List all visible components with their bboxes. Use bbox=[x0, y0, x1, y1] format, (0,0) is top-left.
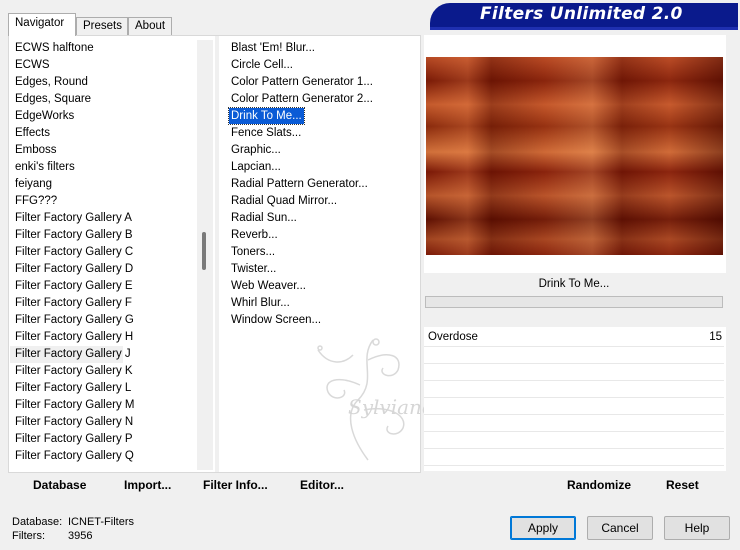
filter-item[interactable]: Reverb... bbox=[226, 227, 416, 244]
category-item[interactable]: enki's filters bbox=[10, 159, 195, 176]
tab-label: Presets bbox=[83, 20, 122, 32]
tab-presets[interactable]: Presets bbox=[76, 17, 128, 36]
parameter-row-divider bbox=[424, 465, 724, 466]
filter-item[interactable]: Radial Pattern Generator... bbox=[226, 176, 416, 193]
category-item[interactable]: FFG??? bbox=[10, 193, 195, 210]
tab-label: Navigator bbox=[15, 17, 65, 29]
category-item[interactable]: Filter Factory Gallery D bbox=[10, 261, 195, 278]
reset-button[interactable]: Reset bbox=[666, 478, 699, 492]
app-title-banner: Filters Unlimited 2.0 bbox=[430, 3, 738, 27]
parameter-panel bbox=[424, 327, 726, 471]
category-item[interactable]: Filter Factory Gallery H bbox=[10, 329, 195, 346]
parameter-row-divider bbox=[424, 397, 724, 398]
filter-item[interactable]: Graphic... bbox=[226, 142, 416, 159]
category-list[interactable]: ECWS halftone ECWS Edges, Round Edges, S… bbox=[10, 40, 195, 470]
preview-image bbox=[426, 57, 723, 255]
category-item[interactable]: Filter Factory Gallery G bbox=[10, 312, 195, 329]
parameter-row-divider bbox=[424, 363, 724, 364]
category-item-selected[interactable]: Filter Factory Gallery J bbox=[10, 346, 131, 363]
parameter-row-divider bbox=[424, 431, 724, 432]
progress-bar bbox=[425, 296, 723, 308]
category-scrollbar-thumb[interactable] bbox=[202, 232, 206, 270]
filter-item[interactable]: Circle Cell... bbox=[226, 57, 416, 74]
database-value: ICNET-Filters bbox=[68, 516, 134, 528]
filter-item[interactable]: Color Pattern Generator 1... bbox=[226, 74, 416, 91]
filter-item[interactable]: Twister... bbox=[226, 261, 416, 278]
category-item[interactable]: Filter Factory Gallery B bbox=[10, 227, 195, 244]
category-item[interactable]: Filter Factory Gallery N bbox=[10, 414, 195, 431]
list-divider bbox=[215, 36, 219, 472]
category-item[interactable]: Filter Factory Gallery E bbox=[10, 278, 195, 295]
banner-underline bbox=[430, 27, 738, 30]
cancel-button[interactable]: Cancel bbox=[587, 516, 653, 540]
category-item[interactable]: Filter Factory Gallery C bbox=[10, 244, 195, 261]
category-item[interactable]: feiyang bbox=[10, 176, 195, 193]
filter-item[interactable]: Whirl Blur... bbox=[226, 295, 416, 312]
parameter-row-divider bbox=[424, 346, 724, 347]
filters-count-value: 3956 bbox=[68, 530, 93, 542]
apply-button[interactable]: Apply bbox=[510, 516, 576, 540]
filter-item[interactable]: Radial Sun... bbox=[226, 210, 416, 227]
filters-count-label: Filters: bbox=[12, 530, 45, 542]
tab-label: About bbox=[135, 20, 166, 32]
tab-navigator[interactable]: Navigator bbox=[8, 13, 76, 36]
filter-info-button[interactable]: Filter Info... bbox=[203, 478, 268, 492]
parameter-row-divider bbox=[424, 414, 724, 415]
tab-about[interactable]: About bbox=[128, 17, 172, 36]
filter-item[interactable]: Color Pattern Generator 2... bbox=[226, 91, 416, 108]
database-button[interactable]: Database bbox=[33, 478, 86, 492]
filter-item[interactable]: Blast 'Em! Blur... bbox=[226, 40, 416, 57]
category-item[interactable]: Filter Factory Gallery L bbox=[10, 380, 195, 397]
app-title: Filters Unlimited 2.0 bbox=[480, 4, 683, 24]
category-item[interactable]: Filter Factory Gallery F bbox=[10, 295, 195, 312]
parameter-label: Overdose bbox=[428, 331, 478, 343]
filter-item[interactable]: Lapcian... bbox=[226, 159, 416, 176]
category-item[interactable]: Filter Factory Gallery Q bbox=[10, 448, 195, 465]
category-item[interactable]: Emboss bbox=[10, 142, 195, 159]
randomize-button[interactable]: Randomize bbox=[567, 478, 631, 492]
category-item[interactable]: Filter Factory Gallery P bbox=[10, 431, 195, 448]
filter-item[interactable]: Fence Slats... bbox=[226, 125, 416, 142]
category-item[interactable]: EdgeWorks bbox=[10, 108, 195, 125]
parameter-row-divider bbox=[424, 380, 724, 381]
parameter-value[interactable]: 15 bbox=[690, 331, 722, 343]
category-item[interactable]: Filter Factory Gallery M bbox=[10, 397, 195, 414]
category-item[interactable]: Effects bbox=[10, 125, 195, 142]
category-item[interactable]: Edges, Square bbox=[10, 91, 195, 108]
category-item[interactable]: Filter Factory Gallery A bbox=[10, 210, 195, 227]
editor-button[interactable]: Editor... bbox=[300, 478, 344, 492]
watermark-text: Sylviane bbox=[348, 395, 434, 419]
category-item[interactable]: ECWS bbox=[10, 57, 195, 74]
database-label: Database: bbox=[12, 516, 63, 528]
filter-item[interactable]: Web Weaver... bbox=[226, 278, 416, 295]
category-item[interactable]: Filter Factory Gallery K bbox=[10, 363, 195, 380]
filter-item[interactable]: Window Screen... bbox=[226, 312, 416, 329]
current-filter-name: Drink To Me... bbox=[538, 278, 610, 290]
filter-item[interactable]: Radial Quad Mirror... bbox=[226, 193, 416, 210]
filter-item-selected[interactable]: Drink To Me... bbox=[228, 107, 305, 125]
help-button[interactable]: Help bbox=[664, 516, 730, 540]
import-button[interactable]: Import... bbox=[124, 478, 171, 492]
category-item[interactable]: ECWS halftone bbox=[10, 40, 195, 57]
parameter-row-divider bbox=[424, 448, 724, 449]
category-item[interactable]: Edges, Round bbox=[10, 74, 195, 91]
filter-item[interactable]: Toners... bbox=[226, 244, 416, 261]
